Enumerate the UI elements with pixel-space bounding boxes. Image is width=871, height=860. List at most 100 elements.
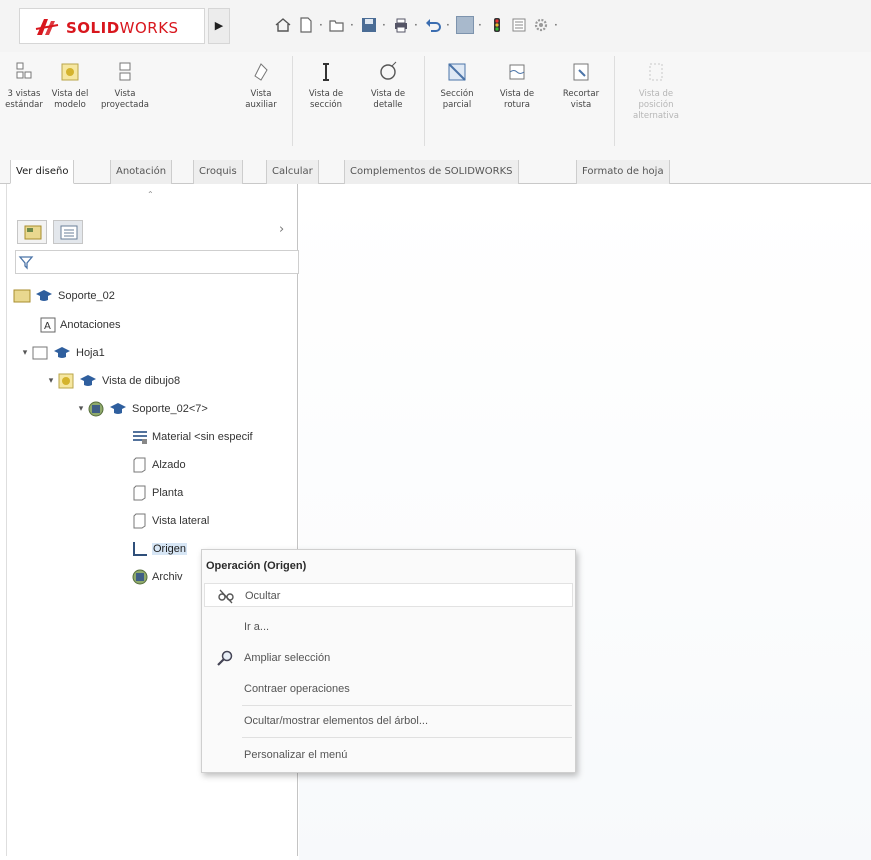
context-menu-title: Operación (Origen) (206, 560, 307, 572)
break-view-button[interactable]: Vista de rotura (490, 52, 544, 156)
ribbon-separator (424, 56, 425, 146)
tree-item-right-plane[interactable]: Vista lateral (131, 510, 209, 532)
select-arrow-icon (456, 16, 474, 34)
zoom-selection-icon (217, 650, 233, 666)
rb-label: Vista auxiliar (245, 89, 277, 110)
model-view-button[interactable]: Vista del modelo (46, 52, 94, 156)
menu-separator (242, 705, 572, 706)
tree-item-label: Alzado (152, 459, 186, 471)
tree-item-drawing-view[interactable]: ▾ Vista de dibujo8 (45, 370, 180, 392)
options-button[interactable]: · (532, 14, 558, 36)
graduation-cap-icon (80, 375, 96, 386)
broken-out-section-icon (448, 63, 466, 81)
menu-separator (242, 737, 572, 738)
detail-view-button[interactable]: Vista de detalle (362, 52, 414, 156)
tree-item-sheet[interactable]: ▾ Hoja1 (19, 342, 105, 364)
tab-croquis[interactable]: Croquis (193, 160, 243, 184)
tree-item-label: Anotaciones (60, 319, 121, 331)
tree-item-annotations[interactable]: A Anotaciones (39, 314, 121, 336)
three-views-icon (16, 62, 32, 79)
tab-anotacion[interactable]: Anotación (110, 160, 173, 184)
broken-out-section-button[interactable]: Sección parcial (430, 52, 484, 156)
tree-item-feature[interactable]: Archiv (131, 566, 183, 588)
expand-toggle-icon[interactable]: ▾ (45, 376, 57, 386)
alternate-position-view-button[interactable]: Vista de posición alternativa (624, 52, 688, 156)
tree-item-label: Vista de dibujo8 (102, 375, 181, 387)
tree-item-label: Material <sin especif (152, 431, 253, 443)
menu-item-label: Ampliar selección (244, 652, 331, 664)
tree-item-material[interactable]: Material <sin especif (131, 426, 253, 448)
open-button[interactable]: · (328, 14, 354, 36)
menu-item-customize-menu[interactable]: Personalizar el menú (204, 743, 573, 767)
menu-item-go-to[interactable]: Ir a... (204, 615, 573, 639)
tab-calcular[interactable]: Calcular (266, 160, 319, 184)
rebuild-button[interactable] (488, 14, 506, 36)
tab-formato-de-hoja[interactable]: Formato de hoja (576, 160, 670, 184)
break-view-icon (509, 64, 525, 80)
gear-icon (534, 18, 548, 32)
tree-item-front-plane[interactable]: Alzado (131, 454, 186, 476)
save-dropdown[interactable]: · (382, 18, 386, 32)
menu-item-collapse-features[interactable]: Contraer operaciones (204, 677, 573, 701)
rb-label: Vista proyectada (101, 89, 149, 110)
tab-complementos[interactable]: Complementos de SOLIDWORKS (344, 160, 519, 184)
save-button[interactable]: · (360, 14, 386, 36)
tree-item-top-plane[interactable]: Planta (131, 482, 183, 504)
command-manager-ribbon: 3 vistas estándar Vista del modelo Vista… (0, 52, 871, 160)
new-document-dropdown[interactable]: · (319, 18, 323, 32)
undo-icon (426, 19, 441, 32)
undo-dropdown[interactable]: · (446, 18, 450, 32)
section-view-button[interactable]: Vista de sección (300, 52, 352, 156)
tree-item-label: Planta (152, 487, 184, 499)
home-button[interactable] (274, 14, 292, 36)
rb-label: Sección parcial (440, 89, 474, 110)
menu-item-zoom-selection[interactable]: Ampliar selección (204, 646, 573, 670)
context-menu: Operación (Origen) Ocultar Ir a... Ampli… (201, 549, 576, 773)
model-view-icon (61, 63, 79, 81)
expand-toggle-icon[interactable]: ▾ (19, 348, 31, 358)
feature-icon (132, 569, 148, 585)
projected-view-button[interactable]: Vista proyectada (98, 52, 152, 156)
open-dropdown[interactable]: · (350, 18, 354, 32)
projected-view-icon (119, 62, 131, 81)
menu-item-label: Contraer operaciones (244, 683, 350, 695)
tree-item-drawing[interactable]: Soporte_02 (13, 285, 115, 307)
menu-expand-button[interactable]: ▶ (208, 8, 230, 44)
menu-item-hide-show-tree-items[interactable]: Ocultar/mostrar elementos del árbol... (204, 709, 573, 733)
home-icon (275, 18, 291, 32)
panel-more-chevron-icon[interactable]: › (279, 222, 284, 237)
menu-item-label: Ir a... (244, 621, 270, 633)
featuremanager-icon (24, 225, 42, 240)
file-properties-button[interactable] (510, 14, 528, 36)
command-manager-tabs: Ver diseño Anotación Croquis Calcular Co… (0, 160, 871, 184)
solidworks-logo-button[interactable]: SOLIDWORKS (19, 8, 205, 44)
plane-icon (133, 457, 146, 473)
hide-glasses-icon (218, 589, 234, 604)
menu-item-hide[interactable]: Ocultar (204, 583, 573, 607)
rb-label: 3 vistas estándar (5, 89, 43, 110)
panel-collapse-icon[interactable]: ⌃ (147, 190, 154, 199)
tab-ver-diseno[interactable]: Ver diseño (10, 160, 75, 184)
origin-icon (133, 542, 147, 556)
print-button[interactable]: · (392, 14, 418, 36)
folder-open-icon (329, 20, 344, 32)
property-manager-tab[interactable] (53, 220, 83, 244)
select-button[interactable]: · (456, 14, 482, 36)
undo-button[interactable]: · (424, 14, 450, 36)
tree-item-label: Soporte_02<7> (132, 403, 208, 415)
tree-item-origin[interactable]: Origen (131, 538, 188, 560)
rb-label: Vista del modelo (51, 89, 89, 110)
select-dropdown[interactable]: · (478, 18, 482, 32)
print-dropdown[interactable]: · (414, 18, 418, 32)
options-dropdown[interactable]: · (554, 18, 558, 32)
tree-filter-input[interactable] (15, 250, 299, 274)
expand-toggle-icon[interactable]: ▾ (75, 404, 87, 414)
tree-item-part[interactable]: ▾ Soporte_02<7> (75, 398, 208, 420)
auxiliary-view-icon (254, 63, 268, 81)
auxiliary-view-button[interactable]: Vista auxiliar (236, 52, 286, 156)
featuremanager-tab[interactable] (17, 220, 47, 244)
new-document-button[interactable]: · (297, 14, 323, 36)
crop-view-button[interactable]: Recortar vista (554, 52, 608, 156)
three-standard-views-button[interactable]: 3 vistas estándar (4, 52, 44, 156)
file-properties-icon (512, 18, 526, 32)
